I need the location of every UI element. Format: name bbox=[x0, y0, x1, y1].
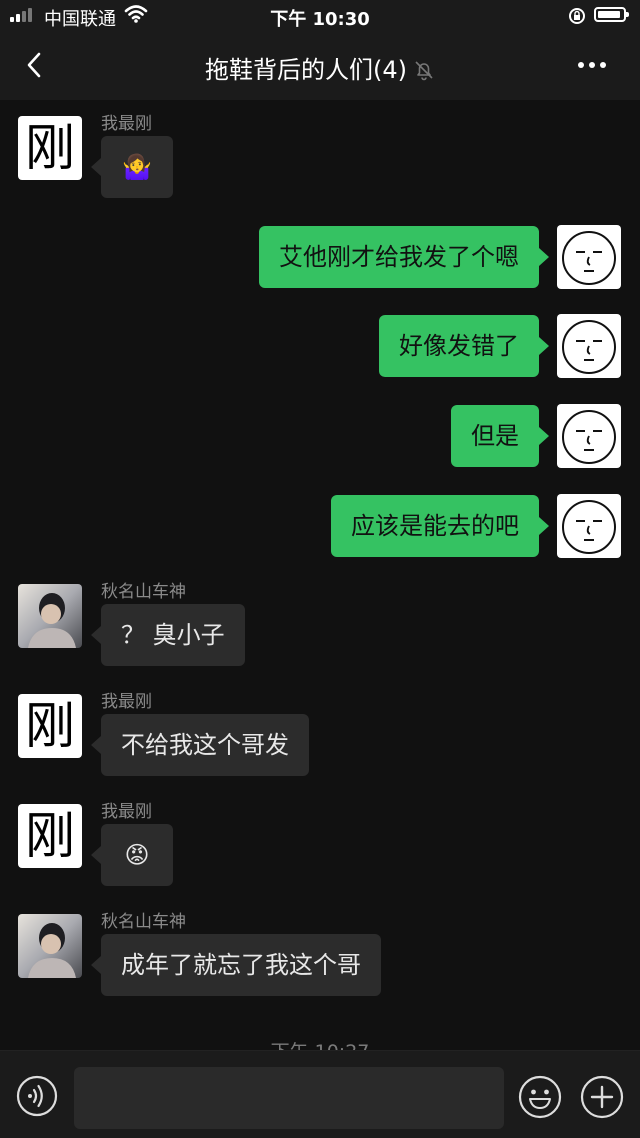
chat-screen: 中国联通 下午 10:30 拖鞋背后的人们(4) bbox=[0, 0, 640, 1138]
message-list[interactable]: 刚 我最刚 🤷‍♀️ 艾他刚才给我发了个嗯 好像发错了 但是 bbox=[0, 100, 640, 1050]
avatar[interactable] bbox=[18, 584, 82, 648]
avatar[interactable]: 刚 bbox=[18, 804, 82, 868]
message-bubble[interactable]: 🤷‍♀️ bbox=[91, 136, 173, 198]
face-avatar-icon bbox=[562, 410, 616, 464]
person-photo-icon bbox=[28, 593, 76, 648]
message-bubble[interactable]: 艾他刚才给我发了个嗯 bbox=[259, 226, 549, 288]
message-bubble[interactable]: 但是 bbox=[451, 405, 549, 467]
input-bar bbox=[0, 1050, 640, 1138]
emoji-icon[interactable] bbox=[518, 1075, 562, 1119]
rotation-lock-icon bbox=[568, 7, 586, 30]
nav-bar: 拖鞋背后的人们(4) bbox=[0, 32, 640, 100]
sender-name: 秋名山车神 bbox=[101, 912, 186, 932]
avatar[interactable] bbox=[557, 494, 621, 558]
face-avatar-icon bbox=[562, 231, 616, 285]
sender-name: 我最刚 bbox=[101, 692, 152, 712]
avatar[interactable] bbox=[557, 314, 621, 378]
person-photo-icon bbox=[28, 923, 76, 978]
face-avatar-icon bbox=[562, 500, 616, 554]
chat-title: 拖鞋背后的人们(4) bbox=[205, 56, 407, 84]
message-bubble[interactable]: ？ 臭小子 bbox=[91, 604, 245, 666]
plus-icon[interactable] bbox=[580, 1075, 624, 1119]
chat-title-container: 拖鞋背后的人们(4) bbox=[0, 50, 640, 87]
avatar[interactable] bbox=[18, 914, 82, 978]
sender-name: 秋名山车神 bbox=[101, 582, 186, 602]
face-avatar-icon bbox=[562, 320, 616, 374]
message-bubble[interactable]: 成年了就忘了我这个哥 bbox=[91, 934, 381, 996]
message-bubble[interactable]: 😡 bbox=[91, 824, 173, 886]
sender-name: 我最刚 bbox=[101, 802, 152, 822]
battery-icon bbox=[594, 7, 629, 22]
sender-name: 我最刚 bbox=[101, 114, 152, 134]
avatar[interactable]: 刚 bbox=[18, 694, 82, 758]
avatar[interactable] bbox=[557, 225, 621, 289]
status-bar: 中国联通 下午 10:30 bbox=[0, 0, 640, 32]
more-dots-icon[interactable] bbox=[578, 62, 606, 68]
message-bubble[interactable]: 不给我这个哥发 bbox=[91, 714, 309, 776]
bell-off-icon bbox=[413, 59, 435, 87]
avatar[interactable] bbox=[557, 404, 621, 468]
avatar[interactable]: 刚 bbox=[18, 116, 82, 180]
status-time: 下午 10:30 bbox=[270, 9, 370, 30]
message-timestamp: 下午 10:27 bbox=[0, 1037, 640, 1050]
message-input[interactable] bbox=[74, 1067, 504, 1129]
message-bubble[interactable]: 应该是能去的吧 bbox=[331, 495, 549, 557]
message-bubble[interactable]: 好像发错了 bbox=[379, 315, 549, 377]
voice-icon[interactable] bbox=[16, 1075, 58, 1117]
